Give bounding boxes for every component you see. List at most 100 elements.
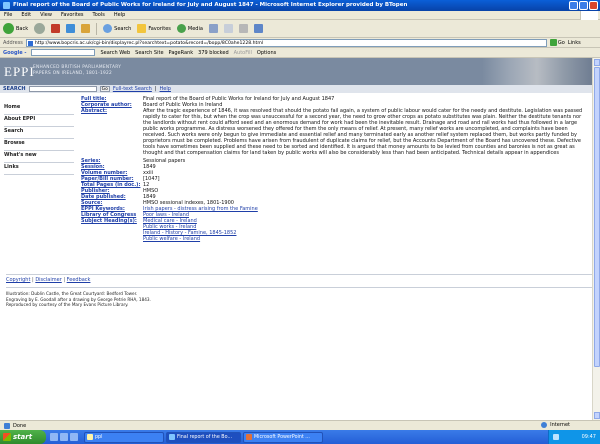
nav-links[interactable]: Links xyxy=(4,163,74,175)
disclaimer-link[interactable]: Disclaimer xyxy=(35,277,61,283)
nav-home[interactable]: Home xyxy=(4,103,74,115)
menu-file[interactable]: File xyxy=(4,11,12,19)
scroll-down-icon[interactable] xyxy=(594,412,600,419)
start-button[interactable]: start xyxy=(0,430,46,444)
menu-tools[interactable]: Tools xyxy=(93,11,105,19)
globe-icon xyxy=(541,422,548,428)
scroll-thumb[interactable] xyxy=(594,67,600,367)
network-icon[interactable] xyxy=(553,434,559,440)
status-bar: Done Internet xyxy=(0,420,600,430)
status-text: Done xyxy=(13,422,27,429)
toolbar-separator xyxy=(96,22,98,35)
menu-edit[interactable]: Edit xyxy=(21,11,31,19)
menu-view[interactable]: View xyxy=(40,11,52,19)
search-label: SEARCH xyxy=(3,86,26,92)
taskbar: start ppl Final report of the Bo... Micr… xyxy=(0,430,600,444)
ie-quicklaunch-icon[interactable] xyxy=(50,433,58,441)
banner-subtitle: ENHANCED BRITISH PARLIAMENTARY PAPERS ON… xyxy=(33,65,122,76)
address-bar: Address http://www.bopcris.ac.uk/cgi-bin… xyxy=(0,38,600,48)
windows-logo-icon xyxy=(580,11,598,20)
google-toolbar: Google - Search Web Search Site PageRank… xyxy=(0,48,600,58)
ie-icon xyxy=(3,2,10,9)
options-button[interactable]: Options xyxy=(257,50,276,56)
quick-search-go-button[interactable]: Go xyxy=(99,86,110,92)
address-input[interactable]: http://www.bopcris.ac.uk/cgi-bin/display… xyxy=(25,38,547,47)
subject-link[interactable]: Public welfare - Ireland xyxy=(143,236,586,242)
menu-help[interactable]: Help xyxy=(114,11,125,19)
desktop-quicklaunch-icon[interactable] xyxy=(60,433,68,441)
vertical-scrollbar[interactable] xyxy=(592,58,600,420)
nav-search[interactable]: Search xyxy=(4,127,74,139)
popup-blocked-button[interactable]: 379 blocked xyxy=(198,50,228,56)
media-button[interactable]: Media xyxy=(176,24,203,33)
links-button[interactable]: Links xyxy=(568,40,581,46)
quick-launch xyxy=(46,433,82,441)
history-icon[interactable] xyxy=(208,24,218,33)
search-icon xyxy=(103,24,113,33)
nav-whats-new[interactable]: What's new xyxy=(4,151,74,163)
abstract-value: After the tragic experience of 1846, it … xyxy=(143,108,583,156)
powerpoint-icon xyxy=(246,433,252,440)
print-icon[interactable] xyxy=(238,24,248,33)
browser-toolbar: Back Search Favorites Media xyxy=(0,20,600,38)
fulltext-search-link[interactable]: Full-text Search xyxy=(113,86,152,92)
go-button[interactable]: Go xyxy=(549,39,565,46)
media-quicklaunch-icon[interactable] xyxy=(70,433,78,441)
stop-icon[interactable] xyxy=(51,24,61,33)
quick-search-input[interactable] xyxy=(28,86,97,92)
clock: 09:47 xyxy=(581,434,596,440)
maximize-button[interactable] xyxy=(579,1,588,10)
refresh-icon[interactable] xyxy=(66,24,76,33)
back-button[interactable]: Back xyxy=(3,23,28,34)
address-label: Address xyxy=(3,39,23,46)
taskbar-item-browser[interactable]: Final report of the Bo... xyxy=(166,431,241,443)
home-icon[interactable] xyxy=(81,24,91,33)
taskbar-item-powerpoint[interactable]: Microsoft PowerPoint ... xyxy=(243,431,323,443)
field-label[interactable]: Abstract: xyxy=(81,108,143,156)
back-arrow-icon xyxy=(3,23,14,34)
window-controls xyxy=(569,1,598,10)
search-button[interactable]: Search xyxy=(103,24,131,33)
forward-button[interactable] xyxy=(34,23,46,34)
copyright-link[interactable]: Copyright xyxy=(6,277,30,283)
quick-search-row: SEARCH Go Full-text Search | Help xyxy=(0,85,592,93)
eppi-logo[interactable]: EPPI xyxy=(4,64,35,80)
go-arrow-icon xyxy=(549,39,557,46)
minimize-button[interactable] xyxy=(569,1,578,10)
feedback-link[interactable]: Feedback xyxy=(67,277,91,283)
favorites-button[interactable]: Favorites xyxy=(137,24,171,33)
google-search-input[interactable] xyxy=(31,49,96,56)
nav-browse[interactable]: Browse xyxy=(4,139,74,151)
windows-flag-icon xyxy=(3,433,11,441)
footer-links: Copyright | Disclaimer | Feedback xyxy=(6,274,592,283)
autofill-button[interactable]: AutoFill xyxy=(234,50,252,56)
search-site-button[interactable]: Search Site xyxy=(135,50,163,56)
edit-icon[interactable] xyxy=(253,24,263,33)
page-icon xyxy=(27,40,33,46)
menu-favorites[interactable]: Favorites xyxy=(61,11,84,19)
close-button[interactable] xyxy=(589,1,598,10)
dublin-castle-illustration xyxy=(482,58,592,85)
pagerank-button[interactable]: PageRank xyxy=(169,50,194,56)
mail-icon[interactable] xyxy=(223,24,233,33)
scroll-up-icon[interactable] xyxy=(594,59,600,66)
record-row-subjects: Library of Congress Subject Heading(s): … xyxy=(81,212,586,242)
side-navigation: Home About EPPI Search Browse What's new… xyxy=(4,103,74,175)
page-footer: Copyright | Disclaimer | Feedback Illust… xyxy=(6,274,592,308)
search-web-button[interactable]: Search Web xyxy=(100,50,130,56)
security-zone: Internet xyxy=(541,422,570,428)
site-banner: EPPI ENHANCED BRITISH PARLIAMENTARY PAPE… xyxy=(0,58,592,85)
help-link[interactable]: Help xyxy=(160,86,171,92)
google-logo[interactable]: Google - xyxy=(3,50,26,56)
menu-bar: File Edit View Favorites Tools Help xyxy=(0,11,600,20)
illustration-credit: Illustration: Dublin Castle, the Great C… xyxy=(6,287,592,308)
window-title: Final report of the Board of Public Work… xyxy=(13,2,408,8)
nav-about-eppi[interactable]: About EPPI xyxy=(4,115,74,127)
system-tray: 09:47 xyxy=(548,430,600,444)
folder-icon xyxy=(87,433,93,440)
record-details: Full title: Final report of the Board of… xyxy=(81,96,586,242)
taskbar-item-ppl[interactable]: ppl xyxy=(84,431,164,443)
page-done-icon xyxy=(4,422,10,429)
field-label[interactable]: Library of Congress Subject Heading(s): xyxy=(81,212,143,242)
window-title-bar: Final report of the Board of Public Work… xyxy=(0,0,600,11)
